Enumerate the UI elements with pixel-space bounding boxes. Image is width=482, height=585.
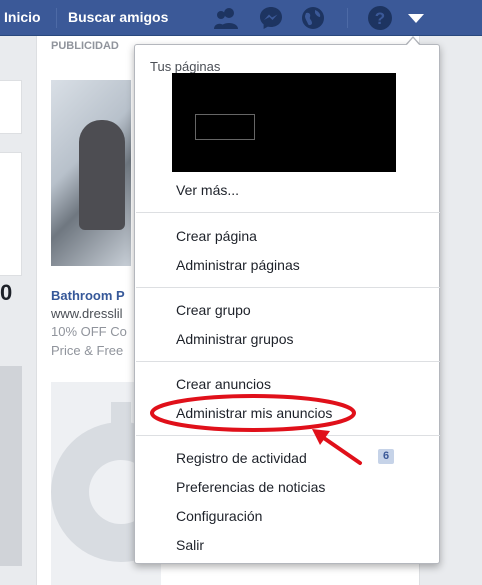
your-pages-heading: Tus páginas xyxy=(150,59,221,74)
ad-url: www.dresslil xyxy=(51,306,123,321)
left-partial-text: 0 xyxy=(0,280,13,305)
ad-image[interactable] xyxy=(51,80,131,266)
activity-log-item[interactable]: Registro de actividad xyxy=(176,450,307,466)
menu-divider xyxy=(136,287,440,288)
ad-title[interactable]: Bathroom P xyxy=(51,288,125,303)
create-group-item[interactable]: Crear grupo xyxy=(176,302,251,318)
messenger-icon[interactable] xyxy=(258,5,284,31)
ad-description: 10% OFF Co xyxy=(51,324,127,339)
nav-separator xyxy=(347,8,348,28)
create-page-item[interactable]: Crear página xyxy=(176,228,257,244)
left-card xyxy=(0,152,22,276)
menu-divider xyxy=(136,361,440,362)
top-navigation-bar: Inicio Buscar amigos ? xyxy=(0,0,482,36)
redacted-page-list xyxy=(172,73,396,172)
settings-item[interactable]: Configuración xyxy=(176,508,262,524)
svg-text:?: ? xyxy=(375,9,385,28)
menu-divider xyxy=(136,435,440,436)
left-column: 0 xyxy=(0,36,22,585)
help-icon[interactable]: ? xyxy=(367,5,393,31)
logout-item[interactable]: Salir xyxy=(176,537,204,553)
dropdown-caret-fill xyxy=(406,38,420,46)
manage-pages-item[interactable]: Administrar páginas xyxy=(176,257,300,273)
ad-description: Price & Free xyxy=(51,343,124,358)
news-feed-preferences-item[interactable]: Preferencias de noticias xyxy=(176,479,325,495)
left-card xyxy=(0,80,22,134)
manage-groups-item[interactable]: Administrar grupos xyxy=(176,331,294,347)
nav-separator xyxy=(56,8,57,28)
activity-count-badge: 6 xyxy=(378,449,394,464)
create-ads-item[interactable]: Crear anuncios xyxy=(176,376,271,392)
account-dropdown-menu: Tus páginas Ver más... Crear página Admi… xyxy=(134,44,440,564)
menu-divider xyxy=(136,212,440,213)
friends-icon[interactable] xyxy=(213,5,239,31)
left-image xyxy=(0,366,22,566)
nav-find-friends-link[interactable]: Buscar amigos xyxy=(68,9,168,25)
manage-my-ads-item[interactable]: Administrar mis anuncios xyxy=(176,405,332,421)
globe-icon[interactable] xyxy=(300,5,326,31)
caret-down-icon[interactable] xyxy=(403,5,429,31)
ad-header: PUBLICIDAD xyxy=(51,40,119,52)
nav-home-link[interactable]: Inicio xyxy=(4,9,41,25)
see-more-link[interactable]: Ver más... xyxy=(176,182,239,198)
